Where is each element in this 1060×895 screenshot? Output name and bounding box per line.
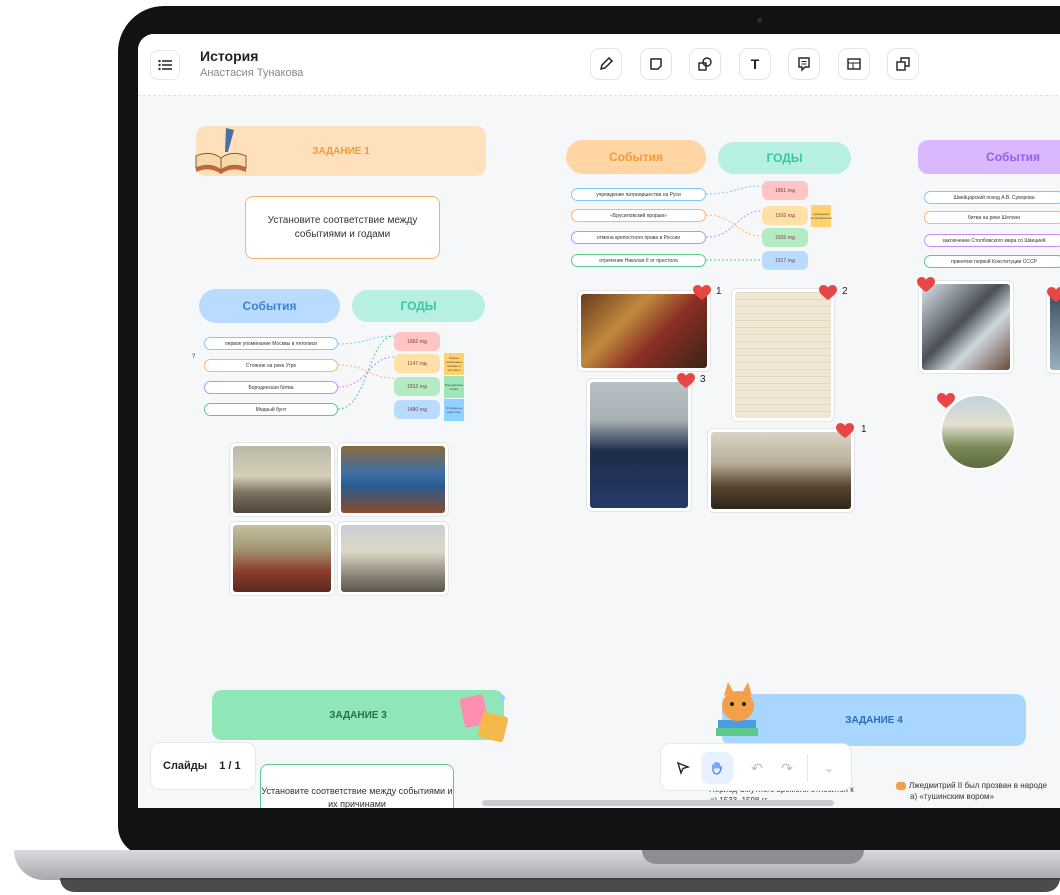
app-screen: История Анастасия Тунакова T ЗАДАНИЕ 1 У… [138, 34, 1060, 808]
like-count-3: 3 [700, 374, 706, 385]
task2-year-2[interactable]: 1916 год [762, 206, 808, 225]
task1-photo-1[interactable] [229, 442, 335, 517]
task1-year-3[interactable]: 1812 год [394, 377, 440, 396]
top-bar: История Анастасия Тунакова T [138, 34, 1060, 96]
task1-instruction: Установите соответствие между событиями … [245, 196, 440, 259]
task1-event-4[interactable]: Медный бунт [204, 403, 338, 416]
like-count-1: 1 [716, 286, 722, 297]
laptop-notch [642, 850, 864, 864]
task2-note: учреждение патриаршества [810, 205, 832, 227]
dmitry-question: Лжедмитрий II был прозван в народе а) «т… [896, 780, 1060, 802]
cat-illustration-icon [708, 676, 766, 746]
author-name: Анастасия Тунакова [200, 67, 304, 79]
books-illustration-icon [456, 686, 516, 750]
task4-banner: ЗАДАНИЕ 4 [722, 694, 1026, 746]
task1-instruction-text: Установите соответствие между событиями … [267, 214, 418, 240]
sticky-note-icon[interactable] [640, 48, 672, 80]
task1-photo-2[interactable] [337, 442, 449, 517]
task3-instruction: Установите соответствие между событиями … [260, 764, 454, 808]
task2-year-3[interactable]: 1916 год [762, 228, 808, 247]
fox-icon [896, 781, 906, 790]
book-illustration-icon [192, 122, 250, 180]
horizontal-scrollbar[interactable] [482, 800, 834, 806]
redo-icon[interactable]: ↷ [777, 758, 797, 778]
heart-icon[interactable] [833, 420, 857, 442]
copy-icon[interactable] [887, 48, 919, 80]
task1-event-3[interactable]: Бородинская битва [204, 381, 338, 394]
slides-counter: 1 / 1 [219, 760, 241, 772]
text-icon[interactable]: T [739, 48, 771, 80]
list-icon[interactable] [150, 50, 180, 80]
table-icon[interactable] [838, 48, 870, 80]
task1-event-1[interactable]: первое упоминание Москвы в летописи [204, 337, 338, 350]
cursor-icon[interactable] [671, 756, 695, 780]
dmitry-sub: а) «тушинским вором» [910, 792, 994, 802]
task1-years-header: ГОДЫ [352, 290, 485, 322]
task2-year-1[interactable]: 1861 год [762, 181, 808, 200]
task2-event-3[interactable]: отмена крепостного права в России [571, 231, 706, 244]
task1-event-2[interactable]: Стояние на реке Угре [204, 359, 338, 372]
task2-event-2[interactable]: «Брусиловский прорыв» [571, 209, 706, 222]
task2-event-1[interactable]: учреждение патриаршества на Руси [571, 188, 706, 201]
toolbar-divider [807, 754, 808, 782]
task3-event-1[interactable]: Швейцарский поход А.В. Суворова [924, 191, 1060, 204]
task3-event-2[interactable]: битва на реке Шелони [924, 211, 1060, 224]
heart-icon[interactable] [816, 282, 840, 304]
task1-year-1[interactable]: 1662 год [394, 332, 440, 351]
comment-icon[interactable] [788, 48, 820, 80]
laptop-base [14, 850, 1060, 880]
task2-event-4[interactable]: отречение Николая II от престола [571, 254, 706, 267]
heart-icon[interactable] [914, 274, 938, 296]
task3-event-4[interactable]: принятие первой Конституции СССР [924, 255, 1060, 268]
laptop-shadow [60, 878, 1060, 892]
shapes-icon[interactable] [689, 48, 721, 80]
slides-panel[interactable]: Слайды 1 / 1 [150, 742, 256, 790]
hand-icon[interactable] [701, 752, 733, 784]
bottom-toolbar: ↶ ↷ ⌄ [660, 743, 852, 791]
task1-year-4[interactable]: 1480 год [394, 400, 440, 419]
dmitry-text: Лжедмитрий II был прозван в народе [909, 781, 1047, 790]
task1-photo-4[interactable] [337, 521, 449, 596]
camera-dot [757, 18, 762, 23]
task1-note-1: Первое упоминание Москвы в летописи [444, 353, 464, 375]
heart-icon[interactable] [934, 390, 958, 412]
question-mark: ? [192, 354, 196, 360]
task3-event-3[interactable]: заключение Столбовского мира со Швецией [924, 234, 1060, 247]
collapse-chevron-icon[interactable]: ⌄ [819, 758, 839, 778]
task2-years-header: ГОДЫ [718, 142, 851, 174]
heart-icon[interactable] [1044, 284, 1060, 306]
task3-events-header: События [918, 140, 1060, 174]
like-count-2: 2 [842, 286, 848, 297]
slides-label: Слайды [163, 760, 208, 772]
task1-note-2: Бородинская битва [444, 376, 464, 398]
task2-year-4[interactable]: 1917 год [762, 251, 808, 270]
like-count-4: 1 [861, 424, 867, 435]
task2-events-header: События [566, 140, 706, 174]
task1-events-header: События [199, 289, 340, 323]
pencil-icon[interactable] [590, 48, 622, 80]
task3-instruction-text: Установите соответствие между событиями … [261, 786, 453, 808]
task1-photo-3[interactable] [229, 521, 335, 596]
laptop-mockup: История Анастасия Тунакова T ЗАДАНИЕ 1 У… [0, 0, 1060, 895]
task1-year-2[interactable]: 1147 год [394, 354, 440, 373]
heart-icon[interactable] [674, 370, 698, 392]
undo-icon[interactable]: ↶ [747, 758, 767, 778]
task2-photo-portrait[interactable] [586, 378, 692, 512]
heart-icon[interactable] [690, 282, 714, 304]
page-title: История [200, 48, 259, 64]
task1-note-3: Стояние на реке Угре [444, 399, 464, 421]
task2-photo-map[interactable] [731, 288, 835, 422]
